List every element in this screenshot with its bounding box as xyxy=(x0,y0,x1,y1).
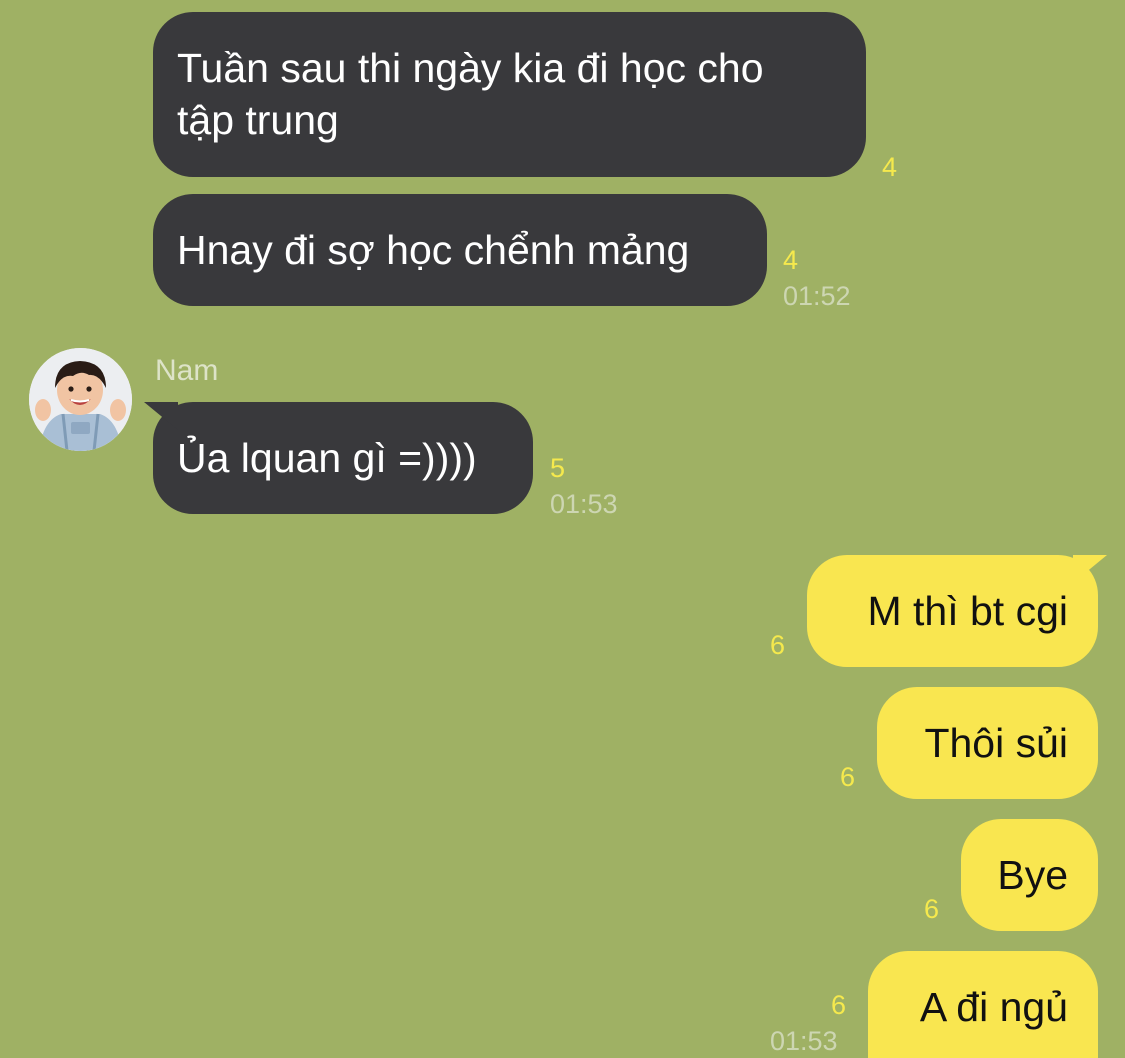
read-count: 5 xyxy=(550,453,566,483)
avatar[interactable] xyxy=(29,348,132,451)
read-count: 6 xyxy=(924,894,940,924)
read-count: 4 xyxy=(783,245,799,275)
message-bubble-incoming[interactable]: Hnay đi sợ học chểnh mảng xyxy=(153,194,767,306)
read-count: 6 xyxy=(770,630,786,660)
sender-name: Nam xyxy=(155,354,219,387)
chat-view[interactable]: Tuần sau thi ngày kia đi học cho tập tru… xyxy=(0,0,1125,1058)
message-bubble-outgoing[interactable]: Bye xyxy=(961,819,1098,931)
message-timestamp: 01:53 xyxy=(770,1026,838,1056)
avatar-photo xyxy=(29,348,132,451)
read-count: 4 xyxy=(882,152,898,182)
message-bubble-outgoing[interactable]: A đi ngủ xyxy=(868,951,1098,1058)
message-timestamp: 01:52 xyxy=(783,281,851,311)
message-timestamp: 01:53 xyxy=(550,489,618,519)
read-count: 6 xyxy=(840,762,856,792)
read-count: 6 xyxy=(831,990,847,1020)
message-bubble-outgoing[interactable]: Thôi sủi xyxy=(877,687,1098,799)
message-bubble-incoming[interactable]: Tuần sau thi ngày kia đi học cho tập tru… xyxy=(153,12,866,177)
message-bubble-outgoing[interactable]: M thì bt cgi xyxy=(807,555,1098,667)
message-bubble-incoming[interactable]: Ủa lquan gì =)))) xyxy=(153,402,533,514)
